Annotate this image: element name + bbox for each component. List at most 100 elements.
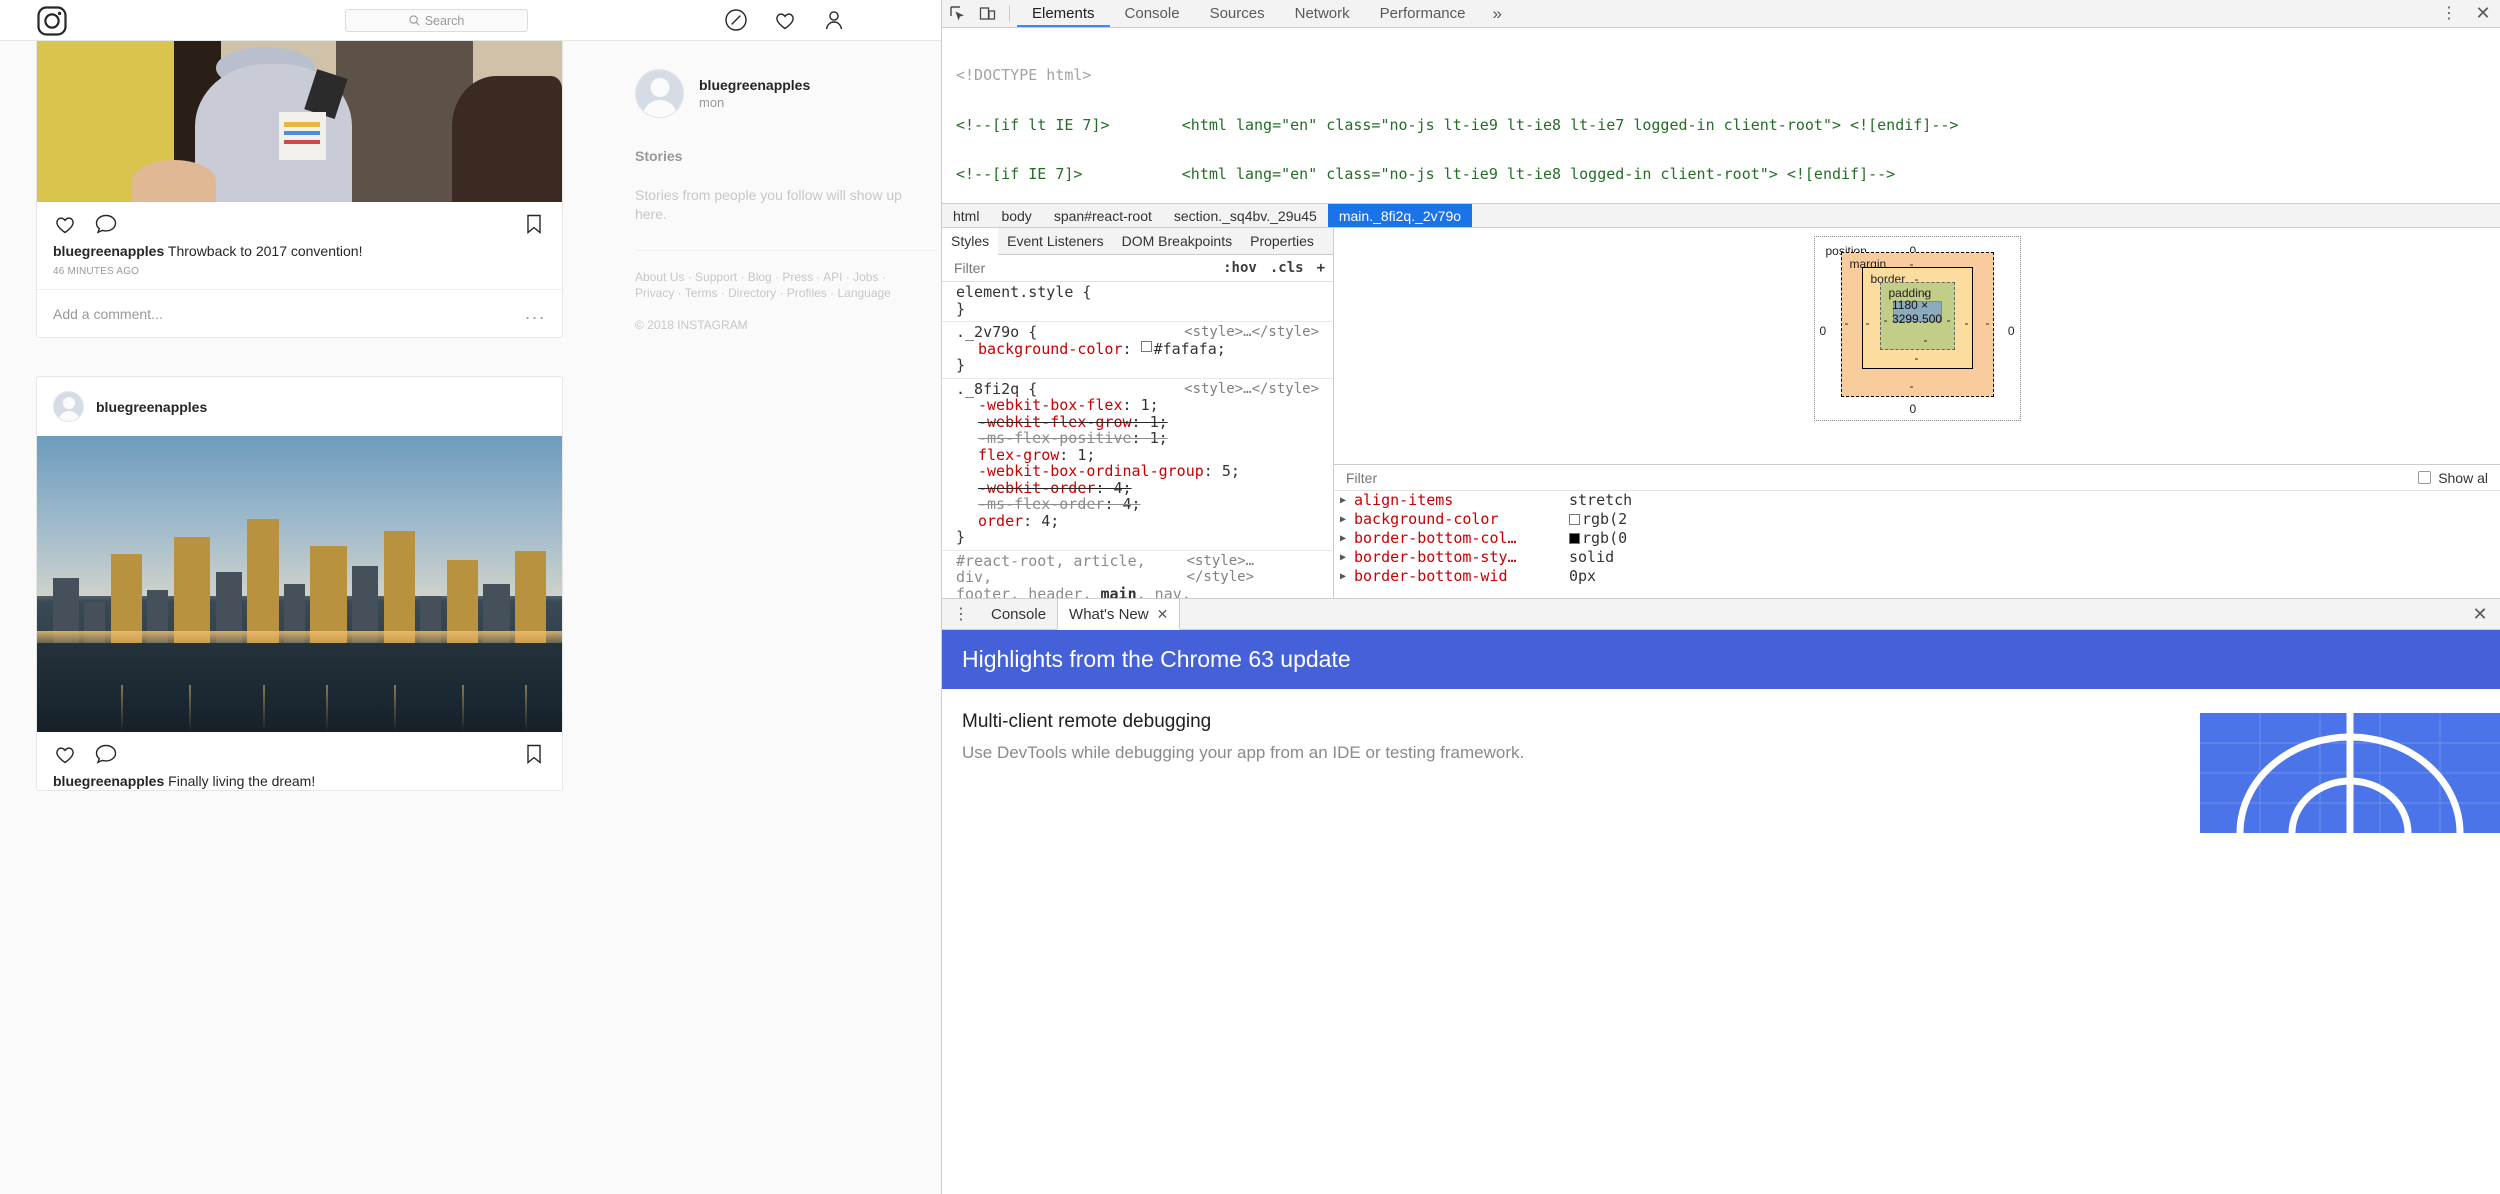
css-selector[interactable]: element.style {: [956, 284, 1091, 301]
tab-elements[interactable]: Elements: [1017, 0, 1110, 27]
tab-sources[interactable]: Sources: [1195, 0, 1280, 27]
like-button[interactable]: [53, 212, 77, 236]
css-property-name[interactable]: flex-grow: [978, 446, 1059, 464]
css-property-name[interactable]: -ms-flex-order: [978, 496, 1104, 513]
css-declaration[interactable]: -webkit-box-ordinal-group: 5;: [942, 463, 1333, 480]
tab-properties[interactable]: Properties: [1241, 228, 1323, 254]
caption-username[interactable]: bluegreenapples: [53, 243, 164, 259]
box-model-padding-bottom[interactable]: -: [1924, 333, 1928, 347]
css-rule-source[interactable]: <style>…</style>: [1187, 553, 1327, 586]
instagram-logo-icon[interactable]: [37, 6, 67, 36]
expand-triangle-icon[interactable]: ▶: [1340, 510, 1354, 529]
expand-triangle-icon[interactable]: ▶: [1340, 529, 1354, 548]
css-property-value[interactable]: 4;: [1113, 479, 1131, 497]
css-declaration[interactable]: order: 4;: [942, 512, 1333, 530]
heart-icon[interactable]: [773, 8, 797, 32]
css-selector[interactable]: ._8fi2q {: [956, 380, 1037, 398]
comment-button[interactable]: [94, 742, 118, 766]
computed-property-row[interactable]: ▶ background-color rgb(2: [1334, 510, 2500, 529]
css-declaration-disabled[interactable]: -ms-flex-positive: 1;: [942, 430, 1333, 447]
css-property-value[interactable]: 1;: [1077, 446, 1095, 464]
dom-tree[interactable]: <!DOCTYPE html> <!--[if lt IE 7]> <html …: [942, 28, 2500, 203]
inspect-cursor-icon[interactable]: [942, 0, 972, 27]
css-property-value[interactable]: 1;: [1150, 430, 1168, 447]
avatar[interactable]: [635, 69, 684, 118]
tab-styles[interactable]: Styles: [942, 228, 999, 255]
breadcrumb-item-main-selected[interactable]: main._8fi2q._2v79o: [1327, 204, 1473, 227]
whats-new-item-thumbnail[interactable]: [2200, 713, 2500, 833]
styles-filter-input[interactable]: Filter: [954, 260, 985, 276]
show-all-checkbox[interactable]: [2418, 471, 2432, 484]
css-selector[interactable]: #react-root, article, div,: [956, 552, 1187, 586]
post-photo[interactable]: [37, 41, 562, 202]
post-username[interactable]: bluegreenapples: [96, 399, 207, 415]
expand-triangle-icon[interactable]: ▶: [1340, 567, 1354, 586]
close-icon[interactable]: ✕: [1157, 606, 1169, 623]
box-model-border-right[interactable]: -: [1965, 316, 1969, 330]
sidebar-current-user[interactable]: bluegreenapples mon: [635, 69, 937, 118]
box-model-margin-left[interactable]: -: [1845, 316, 1849, 330]
drawer-close-icon[interactable]: ✕: [2460, 599, 2500, 629]
new-style-rule-button[interactable]: +: [1317, 260, 1325, 276]
box-model-margin[interactable]: margin - - - - border - - - - padding - …: [1840, 252, 1994, 397]
tab-performance[interactable]: Performance: [1365, 0, 1481, 27]
css-property-name[interactable]: order: [978, 512, 1023, 530]
breadcrumb-item-html[interactable]: html: [942, 204, 990, 227]
css-property-value[interactable]: 5;: [1222, 463, 1240, 480]
footer-links-line-2[interactable]: Privacy · Terms · Directory · Profiles ·…: [635, 285, 937, 301]
computed-properties-list[interactable]: ▶ align-items stretch ▶ background-color…: [1334, 491, 2500, 598]
breadcrumb-item-react-root[interactable]: span#react-root: [1043, 204, 1163, 227]
css-property-name[interactable]: -webkit-box-flex: [978, 397, 1123, 414]
tab-event-listeners[interactable]: Event Listeners: [998, 228, 1113, 254]
box-model-padding-right[interactable]: -: [1947, 313, 1951, 327]
cls-toggle-button[interactable]: .cls: [1270, 260, 1304, 276]
color-swatch[interactable]: [1569, 533, 1580, 544]
computed-filter-input[interactable]: Filter: [1346, 470, 1377, 486]
avatar[interactable]: [53, 391, 84, 422]
color-swatch[interactable]: [1569, 514, 1580, 525]
box-model-margin-right[interactable]: -: [1986, 316, 1990, 330]
box-model-position-right[interactable]: 0: [2008, 324, 2015, 338]
css-property-name[interactable]: -ms-flex-positive: [978, 430, 1132, 447]
expand-triangle-icon[interactable]: ▶: [1340, 548, 1354, 567]
show-all-toggle[interactable]: Show al: [2418, 470, 2488, 486]
css-property-value[interactable]: #fafafa;: [1154, 340, 1226, 358]
drawer-menu-icon[interactable]: ⋮: [942, 599, 980, 629]
css-selector[interactable]: ._2v79o {: [956, 324, 1037, 341]
css-declaration[interactable]: -webkit-box-flex: 1;: [942, 397, 1333, 414]
box-model-padding[interactable]: padding - - - - 1180 × 3299.500: [1879, 282, 1955, 350]
css-property-name[interactable]: -webkit-box-ordinal-group: [978, 463, 1204, 480]
person-icon[interactable]: [822, 8, 846, 32]
box-model-border-bottom[interactable]: -: [1915, 351, 1919, 365]
css-declaration[interactable]: background-color: #fafafa;: [942, 340, 1333, 358]
comment-button[interactable]: [94, 212, 118, 236]
device-toolbar-icon[interactable]: [972, 0, 1002, 27]
css-declaration-overridden[interactable]: -webkit-order: 4;: [942, 479, 1333, 497]
sidebar-username[interactable]: bluegreenapples: [699, 77, 810, 93]
css-property-name[interactable]: background-color: [978, 340, 1123, 358]
like-button[interactable]: [53, 742, 77, 766]
css-declaration-overridden[interactable]: -webkit-flex-grow: 1;: [942, 413, 1333, 431]
box-model-content-size[interactable]: 1180 × 3299.500: [1892, 298, 1942, 326]
css-declaration-disabled[interactable]: -ms-flex-order: 4;: [942, 496, 1333, 513]
computed-property-row[interactable]: ▶ align-items stretch: [1334, 491, 2500, 510]
box-model-margin-bottom[interactable]: -: [1910, 379, 1914, 393]
box-model-diagram[interactable]: position 0 0 0 0 margin - - - - border -: [1813, 236, 2021, 421]
computed-property-row[interactable]: ▶ border-bottom-wid 0px: [1334, 567, 2500, 586]
breadcrumb-item-body[interactable]: body: [990, 204, 1042, 227]
css-property-value[interactable]: 4;: [1123, 496, 1141, 513]
box-model-padding-left[interactable]: -: [1884, 313, 1888, 327]
box-model-position-left[interactable]: 0: [1820, 324, 1827, 338]
expand-triangle-icon[interactable]: ▶: [1340, 491, 1354, 510]
css-property-value[interactable]: 4;: [1041, 512, 1059, 530]
post-more-options-button[interactable]: ...: [525, 303, 546, 324]
css-property-value[interactable]: 1;: [1150, 413, 1168, 431]
post-photo[interactable]: [37, 436, 562, 732]
bookmark-button[interactable]: [522, 212, 546, 236]
computed-property-row[interactable]: ▶ border-bottom-sty… solid: [1334, 548, 2500, 567]
css-rule-source[interactable]: <style>…</style>: [1184, 381, 1327, 398]
box-model-border[interactable]: border - - - - padding - - - - 1180 × 32…: [1861, 267, 1973, 369]
more-tabs-button[interactable]: »: [1481, 0, 1514, 27]
color-swatch[interactable]: [1140, 340, 1152, 352]
compass-icon[interactable]: [724, 8, 748, 32]
